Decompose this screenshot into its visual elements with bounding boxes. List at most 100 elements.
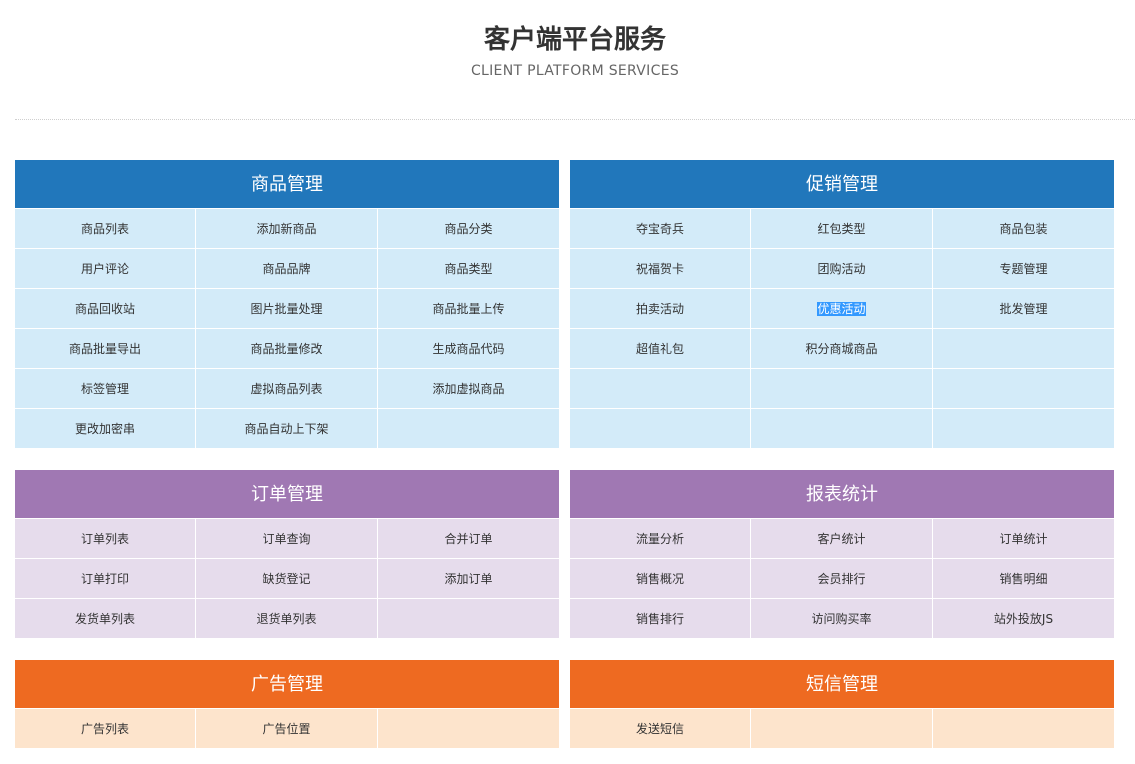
menu-link[interactable]: 缺货登记: [196, 559, 377, 598]
menu-link[interactable]: 商品批量修改: [196, 329, 377, 368]
menu-link[interactable]: 订单打印: [15, 559, 195, 598]
menu-link[interactable]: 图片批量处理: [196, 289, 377, 328]
menu-link[interactable]: 批发管理: [933, 289, 1114, 328]
menu-link[interactable]: 优惠活动: [751, 289, 932, 328]
menu-link-label: 用户评论: [80, 262, 129, 276]
empty-cell: [378, 409, 559, 448]
panel-header: 促销管理: [570, 160, 1114, 209]
menu-link[interactable]: 祝福贺卡: [570, 249, 750, 288]
panel-link-grid: 商品列表 添加新商品 商品分类 用户评论 商品品牌 商品类型 商品回收站 图片批量处理 商品批量…: [15, 209, 559, 448]
menu-link[interactable]: 订单统计: [933, 519, 1114, 558]
menu-link-label: 商品类型: [444, 262, 493, 276]
menu-link-label: 订单打印: [80, 572, 129, 586]
menu-link-label: 发货单列表: [74, 612, 135, 626]
menu-link[interactable]: 更改加密串: [15, 409, 195, 448]
menu-link[interactable]: 广告列表: [15, 709, 195, 748]
menu-link-label: 祝福贺卡: [635, 262, 684, 276]
menu-link[interactable]: 虚拟商品列表: [196, 369, 377, 408]
panel-header: 广告管理: [15, 660, 559, 709]
menu-link-label: 销售明细: [999, 572, 1048, 586]
menu-link[interactable]: 广告位置: [196, 709, 377, 748]
menu-link-label: 添加订单: [444, 572, 493, 586]
menu-link[interactable]: 生成商品代码: [378, 329, 559, 368]
menu-link[interactable]: 添加虚拟商品: [378, 369, 559, 408]
menu-link[interactable]: 商品包装: [933, 209, 1114, 248]
menu-link-label: 流量分析: [635, 532, 684, 546]
menu-link[interactable]: 专题管理: [933, 249, 1114, 288]
menu-link[interactable]: 商品列表: [15, 209, 195, 248]
menu-link-label: 会员排行: [817, 572, 866, 586]
menu-link-label: 站外投放JS: [993, 612, 1054, 626]
menu-link-label: 商品分类: [444, 222, 493, 236]
menu-link-label: 积分商城商品: [805, 342, 878, 356]
menu-link-label: 广告列表: [80, 722, 129, 736]
menu-link-label: 商品品牌: [262, 262, 311, 276]
menu-link[interactable]: 商品分类: [378, 209, 559, 248]
menu-link-label: 商品批量导出: [68, 342, 141, 356]
menu-link[interactable]: 销售排行: [570, 599, 750, 638]
menu-link-label: 优惠活动: [817, 302, 866, 316]
empty-cell: [378, 599, 559, 638]
menu-link-label: 商品回收站: [74, 302, 135, 316]
menu-link-label: 虚拟商品列表: [250, 382, 323, 396]
menu-link-label: 图片批量处理: [250, 302, 323, 316]
menu-link[interactable]: 订单列表: [15, 519, 195, 558]
menu-link[interactable]: 添加新商品: [196, 209, 377, 248]
panel-link-grid: 流量分析 客户统计 订单统计销售概况 会员排行 销售明细销售排行 访问购买率 站外投放JS: [570, 519, 1114, 638]
menu-link[interactable]: 合并订单: [378, 519, 559, 558]
menu-link[interactable]: 标签管理: [15, 369, 195, 408]
menu-link[interactable]: 拍卖活动: [570, 289, 750, 328]
menu-link-label: 添加虚拟商品: [432, 382, 505, 396]
panel-header: 短信管理: [570, 660, 1114, 709]
menu-link[interactable]: 添加订单: [378, 559, 559, 598]
page-subtitle: CLIENT PLATFORM SERVICES: [470, 63, 680, 79]
menu-link[interactable]: 商品批量上传: [378, 289, 559, 328]
empty-cell: [933, 409, 1114, 448]
menu-link-label: 访问购买率: [811, 612, 872, 626]
menu-link[interactable]: 商品回收站: [15, 289, 195, 328]
menu-link[interactable]: 红包类型: [751, 209, 932, 248]
menu-link[interactable]: 发送短信: [570, 709, 750, 748]
menu-link-label: 夺宝奇兵: [635, 222, 684, 236]
menu-link[interactable]: 站外投放JS: [933, 599, 1114, 638]
panel-link-grid: 发送短信: [570, 709, 1114, 748]
menu-link[interactable]: 退货单列表: [196, 599, 377, 638]
menu-link[interactable]: 夺宝奇兵: [570, 209, 750, 248]
menu-link[interactable]: 流量分析: [570, 519, 750, 558]
empty-cell: [933, 369, 1114, 408]
menu-link[interactable]: 发货单列表: [15, 599, 195, 638]
empty-cell: [933, 709, 1114, 748]
menu-link[interactable]: 超值礼包: [570, 329, 750, 368]
menu-link-label: 更改加密串: [74, 422, 135, 436]
panel-order-management: 订单管理 订单列表 订单查询 合并订单订单打印 缺货登记 添加订单发货单列表 退货单列表: [15, 470, 559, 638]
panel-header: 订单管理: [15, 470, 559, 519]
menu-link-label: 广告位置: [262, 722, 311, 736]
menu-link[interactable]: 商品批量导出: [15, 329, 195, 368]
menu-link-label: 超值礼包: [635, 342, 684, 356]
menu-link[interactable]: 商品品牌: [196, 249, 377, 288]
menu-link-label: 商品自动上下架: [244, 422, 329, 436]
menu-link[interactable]: 会员排行: [751, 559, 932, 598]
menu-link[interactable]: 积分商城商品: [751, 329, 932, 368]
menu-link-label: 商品批量上传: [432, 302, 505, 316]
menu-link[interactable]: 订单查询: [196, 519, 377, 558]
panel-report-statistics: 报表统计 流量分析 客户统计 订单统计 销售概况 会员排行 销售明细 销售排行 访问购买率 站外投…: [570, 470, 1114, 638]
menu-link-label: 销售排行: [635, 612, 684, 626]
menu-link[interactable]: 团购活动: [751, 249, 932, 288]
menu-link[interactable]: 商品自动上下架: [196, 409, 377, 448]
header-divider: [15, 119, 1135, 120]
menu-link-label: 团购活动: [817, 262, 866, 276]
menu-link-label: 合并订单: [444, 532, 493, 546]
menu-link-label: 红包类型: [817, 222, 866, 236]
empty-cell: [570, 369, 750, 408]
menu-link[interactable]: 销售明细: [933, 559, 1114, 598]
panel-ad-management: 广告管理广告列表 广告位置: [15, 660, 559, 748]
menu-link[interactable]: 销售概况: [570, 559, 750, 598]
menu-link[interactable]: 用户评论: [15, 249, 195, 288]
menu-link-label: 商品包装: [999, 222, 1048, 236]
menu-link-label: 发送短信: [635, 722, 684, 736]
menu-link[interactable]: 客户统计: [751, 519, 932, 558]
menu-link[interactable]: 访问购买率: [751, 599, 932, 638]
menu-link[interactable]: 商品类型: [378, 249, 559, 288]
menu-link-label: 标签管理: [80, 382, 129, 396]
